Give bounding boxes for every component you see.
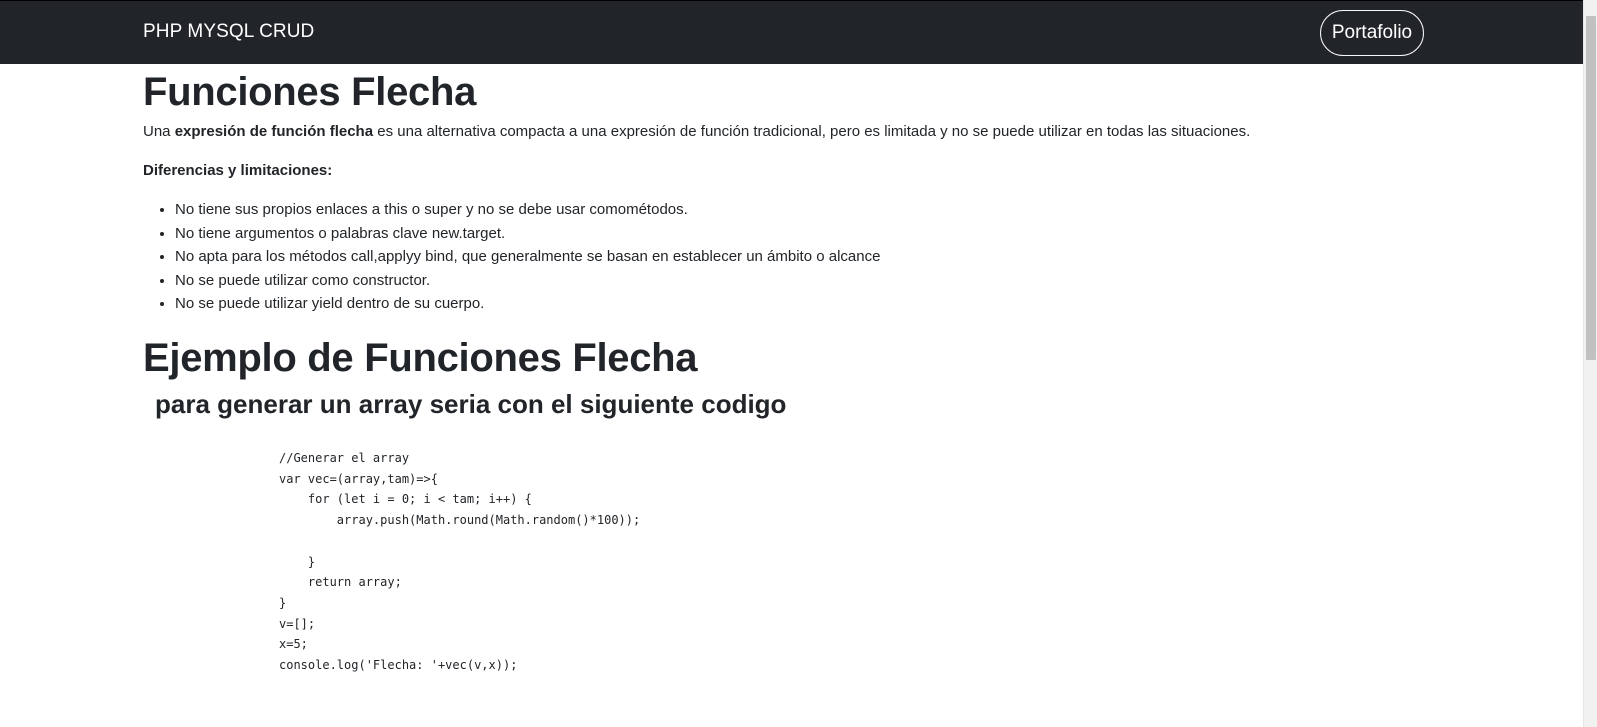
limitations-list: No tiene sus propios enlaces a this o su… [143, 198, 880, 316]
intro-bold-term: expresión de función flecha [174, 123, 374, 140]
page: PHP MYSQL CRUD Portafolio Funciones Flec… [0, 0, 1597, 727]
list-item: No tiene sus propios enlaces a this o su… [175, 198, 880, 222]
intro-suffix: es una alternativa compacta a una expres… [373, 123, 1251, 140]
list-item: No apta para los métodos call,applyy bin… [175, 245, 880, 269]
scrollbar-thumb[interactable] [1586, 16, 1596, 360]
list-item: No se puede utilizar como constructor. [175, 269, 880, 293]
differences-label: Diferencias y limitaciones: [143, 162, 333, 179]
list-item: No se puede utilizar yield dentro de su … [175, 292, 880, 316]
brand-link[interactable]: PHP MYSQL CRUD [143, 21, 314, 43]
page-title: Funciones Flecha [143, 70, 477, 114]
example-subtitle: para generar un array seria con el sigui… [155, 389, 787, 419]
top-navbar: PHP MYSQL CRUD Portafolio [0, 0, 1583, 64]
code-block: //Generar el array var vec=(array,tam)=>… [279, 451, 641, 673]
vertical-scrollbar[interactable] [1583, 0, 1597, 727]
example-title: Ejemplo de Funciones Flecha [143, 336, 698, 380]
intro-paragraph: Una expresión de función flecha es una a… [143, 121, 1250, 143]
list-item: No tiene argumentos o palabras clave new… [175, 222, 880, 246]
portafolio-button[interactable]: Portafolio [1320, 10, 1424, 56]
intro-prefix: Una [143, 123, 175, 140]
